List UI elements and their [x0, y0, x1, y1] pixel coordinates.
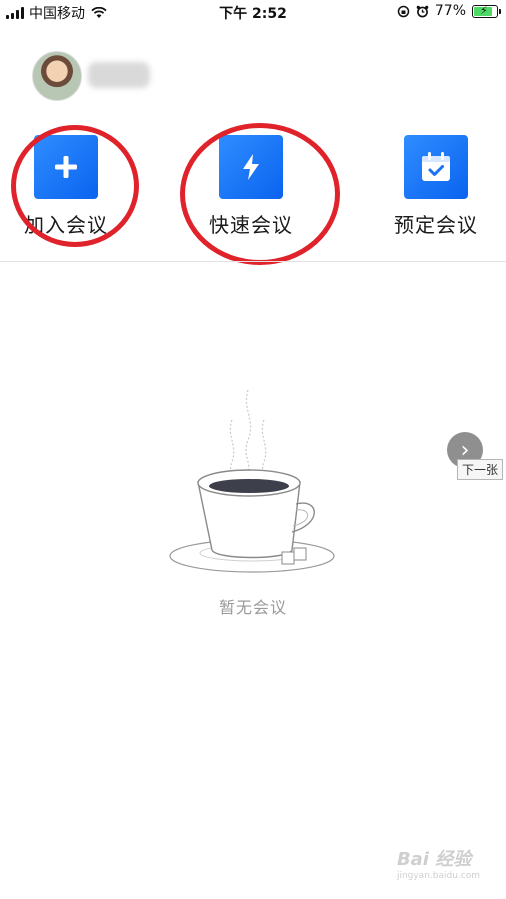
battery-percent: 77% — [434, 3, 466, 19]
divider — [0, 261, 506, 262]
rotation-lock-icon — [397, 5, 410, 17]
charging-icon: ⚡ — [480, 3, 488, 17]
next-page-tooltip: 下一张 — [457, 459, 504, 480]
coffee-cup-icon — [169, 389, 335, 573]
avatar[interactable] — [32, 51, 82, 101]
schedule-meeting-button[interactable]: 预定会议 — [376, 135, 496, 238]
calendar-check-icon — [422, 152, 450, 181]
status-bar: 中国移动 下午 2:52 77% ⚡ — [0, 0, 506, 24]
schedule-meeting-label: 预定会议 — [394, 213, 478, 237]
status-right: 77% ⚡ — [397, 3, 501, 19]
baidu-watermark: Bai 经验 jingyan.baidu.com — [397, 845, 480, 881]
schedule-meeting-tile[interactable] — [404, 135, 468, 199]
empty-state-text: 暂无会议 — [218, 598, 287, 617]
annotation-circle-quick — [180, 123, 340, 265]
battery-tip — [499, 8, 501, 14]
user-name-blurred — [88, 62, 150, 88]
battery-icon: ⚡ — [472, 3, 501, 18]
annotation-circle-join — [11, 125, 139, 247]
alarm-icon — [416, 5, 429, 17]
watermark-text: Bai 经验 — [396, 849, 472, 870]
watermark-subtext: jingyan.baidu.com — [396, 871, 480, 881]
